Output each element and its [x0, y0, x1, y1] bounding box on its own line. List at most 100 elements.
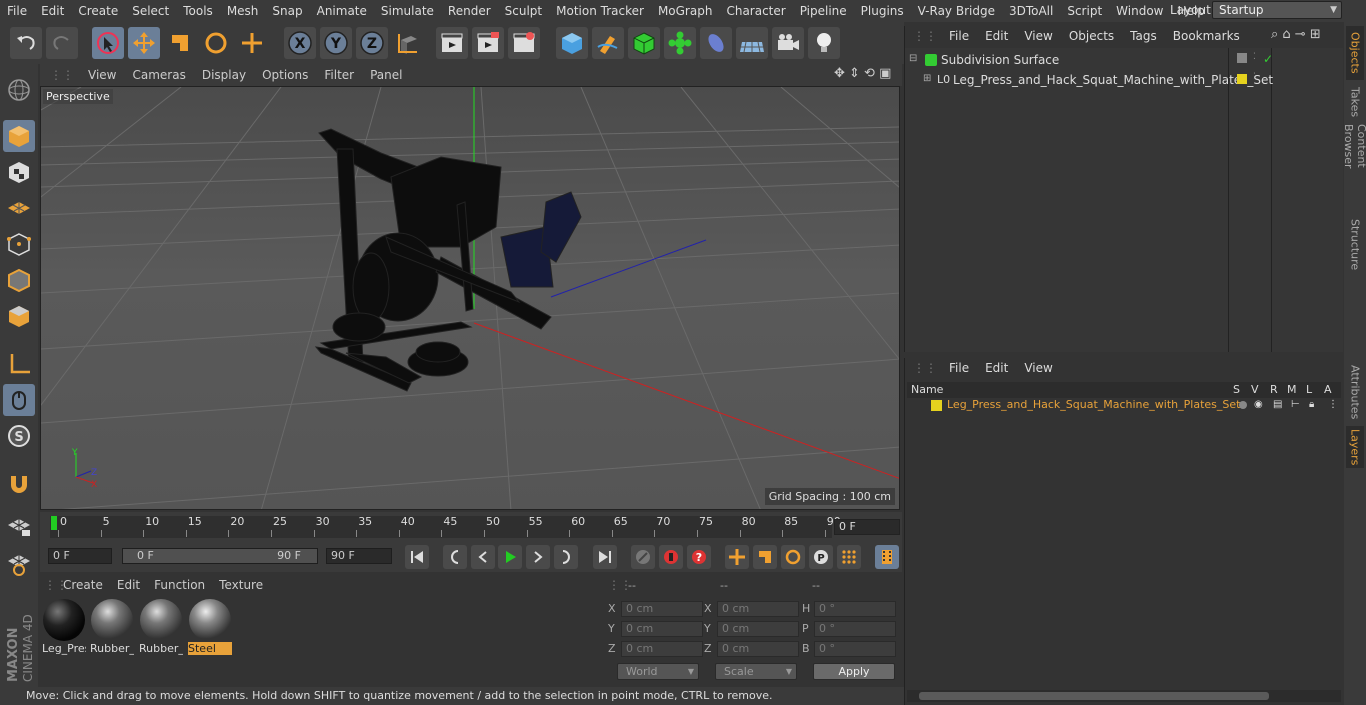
undo-button[interactable] — [10, 27, 42, 59]
model-mode-button[interactable] — [3, 120, 35, 152]
floor-object-button[interactable] — [736, 27, 768, 59]
viewport-menu-view[interactable]: View — [80, 68, 124, 82]
tab-content-browser[interactable]: Content Browser — [1342, 124, 1366, 214]
key-pla-button[interactable] — [837, 545, 861, 569]
camera-object-button[interactable] — [772, 27, 804, 59]
transform-tool-button[interactable] — [236, 27, 268, 59]
layer-col-locked[interactable]: L — [1306, 383, 1312, 396]
object-row[interactable]: ⊟ Subdivision Surface ⁚ ✓ — [909, 52, 1339, 70]
object-tree[interactable] — [905, 48, 1343, 352]
layer-row[interactable]: Leg_Press_and_Hack_Squat_Machine_with_Pl… — [909, 398, 1339, 414]
subdivision-surface-button[interactable] — [628, 27, 660, 59]
enabled-check-icon[interactable]: ✓ — [1263, 52, 1273, 66]
axis-mode-button[interactable] — [3, 348, 35, 380]
render-to-picture-viewer-button[interactable] — [472, 27, 504, 59]
pen-tool-button[interactable] — [592, 27, 624, 59]
light-object-button[interactable] — [808, 27, 840, 59]
menu-select[interactable]: Select — [125, 4, 176, 18]
layer-color-swatch[interactable] — [931, 400, 942, 411]
solo-dot-icon[interactable] — [1239, 401, 1247, 409]
viewport-menu-display[interactable]: Display — [194, 68, 254, 82]
scrollbar-thumb[interactable] — [919, 692, 1269, 700]
layer-col-animation[interactable]: A — [1324, 383, 1332, 396]
key-position-button[interactable] — [725, 545, 749, 569]
go-to-start-button[interactable] — [405, 545, 429, 569]
menu-create[interactable]: Create — [71, 4, 125, 18]
z-axis-button[interactable]: Z — [356, 27, 388, 59]
transform-mode-select[interactable]: Scale ▼ — [715, 663, 797, 680]
move-tool-button[interactable] — [128, 27, 160, 59]
3d-viewport[interactable]: Y Z X Perspective Grid Spacing : 100 cm — [40, 86, 900, 510]
material-swatch[interactable]: Leg_Pres — [42, 598, 86, 656]
live-selection-button[interactable] — [92, 27, 124, 59]
viewport-menu-panel[interactable]: Panel — [362, 68, 410, 82]
autokey-button[interactable]: ? — [687, 545, 711, 569]
coord-value-field[interactable]: 0 ° — [814, 601, 896, 617]
animation-icon[interactable]: ⋮ — [1328, 399, 1338, 410]
play-button[interactable] — [498, 545, 522, 569]
key-parameter-button[interactable]: P — [809, 545, 833, 569]
coord-value-field[interactable]: 0 cm — [621, 601, 703, 617]
menu-window[interactable]: Window — [1109, 4, 1170, 18]
render-clapper-icon[interactable]: ▤ — [1273, 399, 1282, 410]
coord-value-field[interactable]: 0 ° — [814, 621, 896, 637]
apply-button[interactable]: Apply — [813, 663, 895, 680]
object-menu-bookmarks[interactable]: Bookmarks — [1165, 29, 1248, 43]
material-swatch[interactable]: Rubber_ — [139, 598, 183, 656]
tab-layers[interactable]: Layers — [1346, 426, 1364, 468]
viewport-menu-cameras[interactable]: Cameras — [124, 68, 193, 82]
start-frame-field[interactable]: 0 F — [48, 548, 112, 564]
key-rotation-button[interactable] — [781, 545, 805, 569]
render-view-button[interactable] — [436, 27, 468, 59]
record-button[interactable] — [659, 545, 683, 569]
object-menu-objects[interactable]: Objects — [1061, 29, 1122, 43]
layer-menu-edit[interactable]: Edit — [977, 361, 1016, 375]
eye-icon[interactable]: ◉ — [1254, 399, 1263, 410]
prev-key-button[interactable] — [443, 545, 467, 569]
layout-select[interactable]: Startup ▼ — [1212, 1, 1342, 19]
coord-value-field[interactable]: 0 cm — [621, 621, 703, 637]
next-key-button[interactable] — [554, 545, 578, 569]
x-axis-button[interactable]: X — [284, 27, 316, 59]
frame-range-slider[interactable]: 0 F 90 F — [122, 548, 318, 564]
manager-tree-icon[interactable]: ⊢ — [1291, 399, 1300, 410]
material-swatch-selected[interactable]: Steel — [188, 598, 232, 656]
menu-vray-bridge[interactable]: V-Ray Bridge — [911, 4, 1002, 18]
solo-button[interactable]: S — [3, 420, 35, 452]
menu-mesh[interactable]: Mesh — [220, 4, 266, 18]
cloner-button[interactable] — [664, 27, 696, 59]
make-editable-button[interactable] — [3, 74, 35, 106]
coordinate-mode-select[interactable]: World ▼ — [617, 663, 699, 680]
object-menu-tags[interactable]: Tags — [1122, 29, 1165, 43]
y-axis-button[interactable]: Y — [320, 27, 352, 59]
tweak-mode-button[interactable] — [3, 384, 35, 416]
menu-script[interactable]: Script — [1060, 4, 1109, 18]
menu-motion-tracker[interactable]: Motion Tracker — [549, 4, 651, 18]
object-manager-tools-icons[interactable]: ⌕ ⌂ ⊸ ⊞ — [1271, 27, 1321, 42]
rotate-tool-button[interactable] — [200, 27, 232, 59]
menu-character[interactable]: Character — [719, 4, 792, 18]
layer-col-name[interactable]: Name — [911, 383, 943, 396]
layer-col-render[interactable]: R — [1270, 383, 1278, 396]
menu-simulate[interactable]: Simulate — [374, 4, 441, 18]
layer-col-solo[interactable]: S — [1233, 383, 1240, 396]
object-row[interactable]: ⊞ L0 Leg_Press_and_Hack_Squat_Machine_wi… — [909, 72, 1339, 90]
object-menu-edit[interactable]: Edit — [977, 29, 1016, 43]
texture-mode-button[interactable] — [3, 156, 35, 188]
edges-mode-button[interactable] — [3, 264, 35, 296]
coord-value-field[interactable]: 0 cm — [717, 601, 799, 617]
workplane-mode-button[interactable] — [3, 192, 35, 224]
coord-value-field[interactable]: 0 cm — [717, 621, 799, 637]
record-disabled-button[interactable] — [631, 545, 655, 569]
tab-takes[interactable]: Takes — [1346, 82, 1364, 122]
menu-edit[interactable]: Edit — [34, 4, 71, 18]
viewport-menu-filter[interactable]: Filter — [316, 68, 362, 82]
layer-menu-view[interactable]: View — [1016, 361, 1060, 375]
scale-tool-button[interactable] — [164, 27, 196, 59]
menu-plugins[interactable]: Plugins — [854, 4, 911, 18]
menu-mograph[interactable]: MoGraph — [651, 4, 720, 18]
prev-frame-button[interactable] — [471, 545, 495, 569]
menu-render[interactable]: Render — [441, 4, 498, 18]
playhead[interactable] — [51, 516, 57, 530]
menu-sculpt[interactable]: Sculpt — [498, 4, 549, 18]
